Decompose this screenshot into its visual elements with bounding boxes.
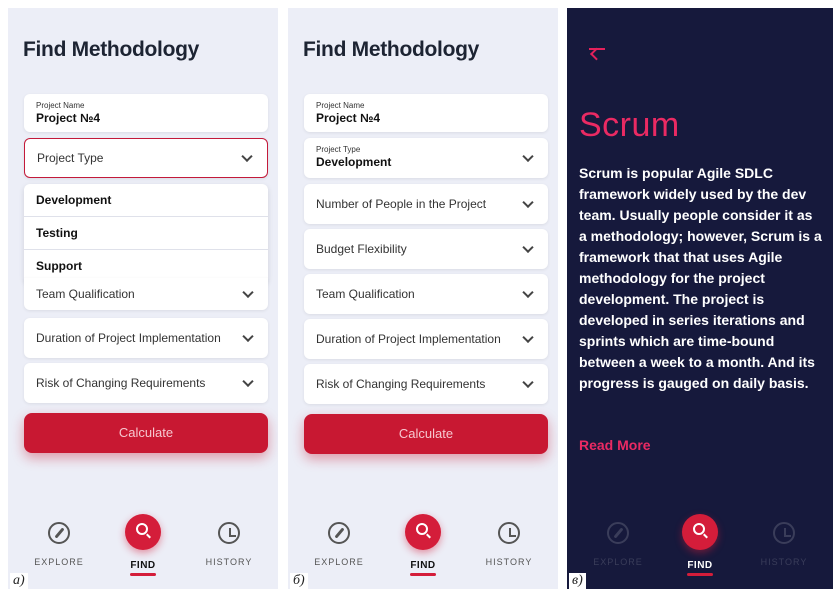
active-tab-indicator bbox=[410, 573, 436, 576]
nav-history[interactable]: HISTORY bbox=[194, 522, 264, 567]
field-label: Number of People in the Project bbox=[316, 197, 487, 211]
team-qualification-select[interactable]: Team Qualification bbox=[24, 278, 268, 310]
back-arrow-icon[interactable] bbox=[589, 48, 605, 50]
nav-find-button[interactable] bbox=[405, 514, 441, 550]
budget-flexibility-select[interactable]: Budget Flexibility bbox=[304, 229, 548, 269]
duration-select[interactable]: Duration of Project Implementation bbox=[304, 319, 548, 359]
nav-explore-label: EXPLORE bbox=[314, 557, 364, 567]
field-label: Risk of Changing Requirements bbox=[36, 376, 206, 390]
nav-explore-label: EXPLORE bbox=[34, 557, 84, 567]
chevron-down-icon bbox=[241, 150, 253, 163]
duration-select[interactable]: Duration of Project Implementation bbox=[24, 318, 268, 358]
project-name-field[interactable]: Project Name Project №4 bbox=[24, 94, 268, 132]
nav-explore[interactable]: EXPLORE bbox=[304, 522, 374, 567]
search-icon bbox=[416, 523, 428, 535]
screen-b: Find Methodology Project Name Project №4… bbox=[288, 8, 558, 589]
project-type-label: Project Type bbox=[316, 145, 361, 154]
panel-label: в) bbox=[569, 573, 586, 589]
page-title: Find Methodology bbox=[303, 38, 479, 61]
nav-explore[interactable]: EXPLORE bbox=[583, 522, 653, 567]
screen-a: Find Methodology Project Name Project №4… bbox=[8, 8, 278, 589]
project-name-value: Project №4 bbox=[316, 111, 381, 125]
methodology-description: Scrum is popular Agile SDLC framework wi… bbox=[579, 165, 822, 391]
active-tab-indicator bbox=[130, 573, 156, 576]
field-label: Duration of Project Implementation bbox=[36, 331, 221, 345]
search-icon bbox=[136, 523, 148, 535]
compass-icon bbox=[328, 522, 350, 544]
nav-explore[interactable]: EXPLORE bbox=[24, 522, 94, 567]
chevron-down-icon bbox=[242, 286, 254, 299]
project-name-label: Project Name bbox=[316, 101, 365, 110]
screen-c: Scrum Scrum is popular Agile SDLC framew… bbox=[567, 8, 833, 589]
project-name-value: Project №4 bbox=[36, 111, 101, 125]
nav-history-label: HISTORY bbox=[205, 557, 253, 567]
nav-find-label: FIND bbox=[130, 560, 156, 571]
project-type-value: Development bbox=[316, 155, 392, 169]
project-type-select[interactable]: Project Type Development bbox=[304, 138, 548, 178]
nav-explore-label: EXPLORE bbox=[593, 557, 643, 567]
chevron-down-icon bbox=[522, 150, 534, 163]
alarm-clock-icon bbox=[498, 522, 520, 544]
bottom-nav: EXPLORE FIND HISTORY bbox=[288, 514, 558, 589]
alarm-clock-icon bbox=[218, 522, 240, 544]
panel-label: б) bbox=[290, 573, 308, 589]
field-label: Budget Flexibility bbox=[316, 242, 407, 256]
chevron-down-icon bbox=[522, 241, 534, 254]
field-label: Risk of Changing Requirements bbox=[316, 377, 486, 391]
chevron-down-icon bbox=[522, 196, 534, 209]
project-name-field[interactable]: Project Name Project №4 bbox=[304, 94, 548, 132]
bottom-nav: EXPLORE FIND HISTORY bbox=[567, 514, 833, 589]
number-of-people-select[interactable]: Number of People in the Project bbox=[304, 184, 548, 224]
chevron-down-icon bbox=[522, 376, 534, 389]
nav-find-label: FIND bbox=[687, 560, 713, 571]
nav-history[interactable]: HISTORY bbox=[749, 522, 819, 567]
team-qualification-select[interactable]: Team Qualification bbox=[304, 274, 548, 314]
active-tab-indicator bbox=[687, 573, 713, 576]
methodology-title: Scrum bbox=[579, 106, 680, 144]
project-name-label: Project Name bbox=[36, 101, 85, 110]
search-icon bbox=[693, 523, 705, 535]
compass-icon bbox=[48, 522, 70, 544]
page-title: Find Methodology bbox=[23, 38, 199, 61]
nav-find-button[interactable] bbox=[682, 514, 718, 550]
bottom-nav: EXPLORE FIND HISTORY bbox=[8, 514, 278, 589]
project-type-dropdown: Development Testing Support bbox=[24, 184, 268, 283]
compass-icon bbox=[607, 522, 629, 544]
field-label: Duration of Project Implementation bbox=[316, 332, 501, 346]
option-development[interactable]: Development bbox=[24, 184, 268, 217]
nav-history-label: HISTORY bbox=[760, 557, 808, 567]
field-label: Team Qualification bbox=[316, 287, 415, 301]
project-type-placeholder: Project Type bbox=[37, 151, 104, 165]
read-more-link[interactable]: Read More bbox=[579, 437, 651, 453]
alarm-clock-icon bbox=[773, 522, 795, 544]
risk-select[interactable]: Risk of Changing Requirements bbox=[304, 364, 548, 404]
option-testing[interactable]: Testing bbox=[24, 217, 268, 250]
chevron-down-icon bbox=[242, 375, 254, 388]
field-label: Team Qualification bbox=[36, 287, 135, 301]
calculate-button[interactable]: Calculate bbox=[24, 413, 268, 453]
panel-label: a) bbox=[10, 573, 28, 589]
chevron-down-icon bbox=[522, 286, 534, 299]
project-type-select[interactable]: Project Type bbox=[24, 138, 268, 178]
nav-history-label: HISTORY bbox=[485, 557, 533, 567]
risk-select[interactable]: Risk of Changing Requirements bbox=[24, 363, 268, 403]
nav-find-button[interactable] bbox=[125, 514, 161, 550]
nav-find-label: FIND bbox=[410, 560, 436, 571]
chevron-down-icon bbox=[522, 331, 534, 344]
nav-history[interactable]: HISTORY bbox=[474, 522, 544, 567]
chevron-down-icon bbox=[242, 330, 254, 343]
calculate-button[interactable]: Calculate bbox=[304, 414, 548, 454]
